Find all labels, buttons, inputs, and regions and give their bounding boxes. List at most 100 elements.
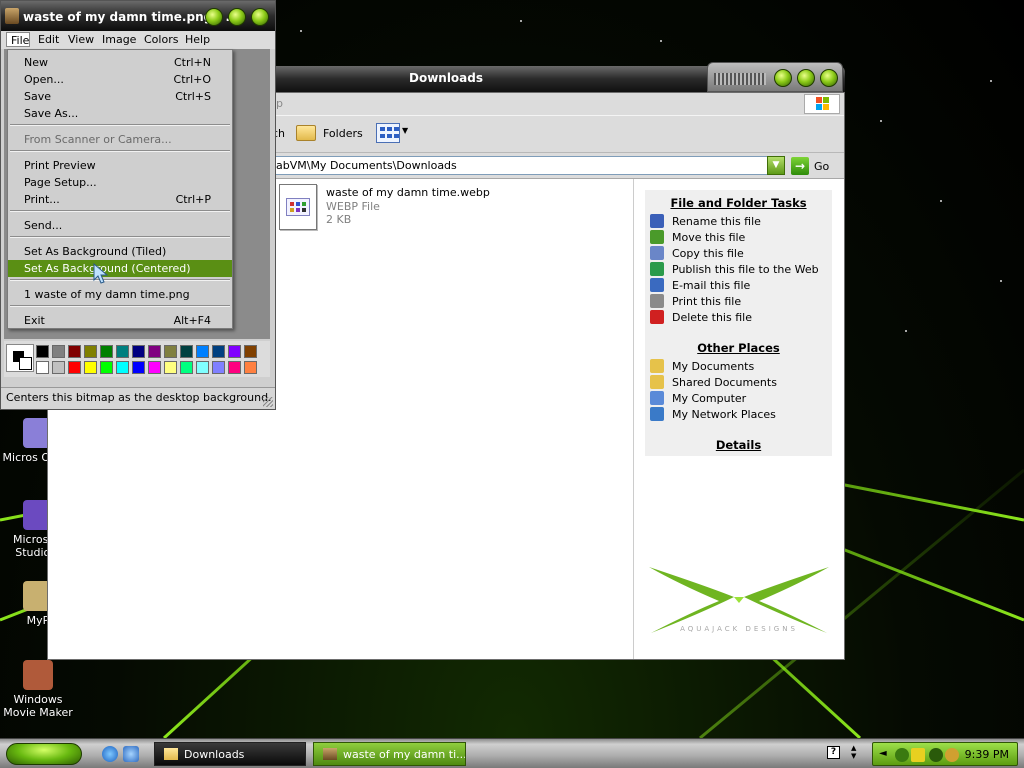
go-arrow-icon[interactable]: → [791, 157, 809, 175]
star [1000, 280, 1002, 282]
ie-icon[interactable] [102, 746, 118, 762]
menu-item-label: Set As Background (Tiled) [24, 245, 167, 258]
menu-item[interactable]: Print Preview [8, 157, 232, 174]
menu-item[interactable]: Page Setup... [8, 174, 232, 191]
file-name[interactable]: waste of my damn time.webp [326, 186, 490, 199]
maximize-button[interactable] [797, 69, 815, 87]
menu-item[interactable]: Exit Alt+F4 [8, 312, 232, 329]
palette-swatch[interactable] [244, 345, 257, 358]
palette-swatch[interactable] [180, 345, 193, 358]
menu-item[interactable]: From Scanner or Camera... [8, 131, 232, 148]
address-dropdown-icon[interactable]: ▼ [767, 156, 785, 175]
palette-swatch[interactable] [164, 345, 177, 358]
palette-swatch[interactable] [196, 361, 209, 374]
menu-item[interactable]: 1 waste of my damn time.png [8, 286, 232, 303]
star [520, 20, 522, 22]
current-colors[interactable] [6, 344, 34, 372]
color-palette [4, 341, 270, 377]
palette-swatch[interactable] [132, 361, 145, 374]
minimize-button[interactable] [205, 8, 223, 26]
menu-edit[interactable]: Edit [38, 33, 59, 46]
palette-swatch[interactable] [196, 345, 209, 358]
other-place-label: My Computer [672, 392, 747, 405]
palette-swatch[interactable] [212, 345, 225, 358]
details-header[interactable]: Details [645, 438, 832, 452]
palette-swatch[interactable] [52, 345, 65, 358]
views-icon[interactable] [376, 123, 400, 143]
resize-grip-icon[interactable] [263, 397, 273, 407]
palette-swatch[interactable] [244, 361, 257, 374]
menu-item-label: From Scanner or Camera... [24, 133, 172, 146]
taskbar-button-paint[interactable]: waste of my damn ti... [313, 742, 466, 766]
menu-item[interactable]: Set As Background (Centered) [8, 260, 232, 277]
menu-help[interactable]: Help [185, 33, 210, 46]
search-tray-icon[interactable] [945, 748, 959, 762]
minimize-button[interactable] [774, 69, 792, 87]
palette-swatch[interactable] [180, 361, 193, 374]
task-label: Move this file [672, 231, 746, 244]
task-pane: File and Folder Tasks Rename this file Mo… [633, 179, 844, 659]
taskbar-button-downloads[interactable]: Downloads [154, 742, 306, 766]
menu-file[interactable]: File [6, 32, 30, 47]
palette-swatch[interactable] [68, 361, 81, 374]
palette-swatch[interactable] [100, 361, 113, 374]
menu-item[interactable]: Set As Background (Tiled) [8, 243, 232, 260]
maximize-button[interactable] [228, 8, 246, 26]
menu-item-label: Save As... [24, 107, 79, 120]
menu-item[interactable]: Open... Ctrl+O [8, 71, 232, 88]
palette-swatch[interactable] [164, 361, 177, 374]
menu-item[interactable]: Save Ctrl+S [8, 88, 232, 105]
status-text: Centers this bitmap as the desktop backg… [6, 391, 272, 404]
file-type: WEBP File [326, 200, 380, 213]
network-tray-icon[interactable] [895, 748, 909, 762]
palette-swatch[interactable] [68, 345, 81, 358]
menu-item[interactable]: New Ctrl+N [8, 54, 232, 71]
menu-image[interactable]: Image [102, 33, 136, 46]
menu-item-label: Exit [24, 314, 45, 327]
quicklaunch-icon[interactable] [123, 746, 139, 762]
menu-item[interactable]: Save As... [8, 105, 232, 122]
mouse-cursor-icon [93, 263, 109, 284]
help-icon[interactable]: ? [827, 746, 840, 759]
close-button[interactable] [820, 69, 838, 87]
palette-swatch[interactable] [148, 345, 161, 358]
show-hidden-icons[interactable]: ◄ [879, 748, 887, 759]
start-button[interactable] [6, 743, 82, 765]
menu-item[interactable]: Send... [8, 217, 232, 234]
go-button[interactable]: Go [814, 160, 829, 173]
palette-swatch[interactable] [84, 345, 97, 358]
menu-item-label: Send... [24, 219, 63, 232]
other-places-header[interactable]: Other Places [645, 341, 832, 355]
security-shield-icon[interactable] [911, 748, 925, 762]
address-input[interactable]: abVM\My Documents\Downloads [272, 156, 785, 175]
menu-item[interactable]: Print... Ctrl+P [8, 191, 232, 208]
webp-file-icon[interactable] [279, 184, 317, 230]
palette-swatch[interactable] [212, 361, 225, 374]
palette-swatch[interactable] [116, 361, 129, 374]
paint-app-icon[interactable] [5, 8, 19, 24]
updown-arrows-icon[interactable]: ▲ ▼ [851, 744, 856, 760]
palette-swatch[interactable] [36, 361, 49, 374]
clock[interactable]: 9:39 PM [965, 748, 1009, 761]
palette-swatch[interactable] [132, 345, 145, 358]
file-folder-tasks-header[interactable]: File and Folder Tasks [645, 196, 832, 210]
palette-swatch[interactable] [36, 345, 49, 358]
palette-swatch[interactable] [148, 361, 161, 374]
task-label: Rename this file [672, 215, 761, 228]
menu-item-shortcut: Ctrl+P [175, 193, 211, 206]
paint-title-bar[interactable]: waste of my damn time.png - ... [1, 1, 275, 31]
palette-swatch[interactable] [228, 361, 241, 374]
tray-app-icon[interactable] [929, 748, 943, 762]
menu-colors[interactable]: Colors [144, 33, 178, 46]
menu-view[interactable]: View [68, 33, 94, 46]
palette-swatch[interactable] [100, 345, 113, 358]
palette-swatch[interactable] [84, 361, 97, 374]
desktop-icon-movie-maker[interactable]: Windows Movie Maker [0, 660, 78, 719]
palette-swatch[interactable] [228, 345, 241, 358]
folders-button[interactable]: Folders [323, 127, 363, 140]
computer-icon [650, 391, 664, 405]
views-dropdown-icon[interactable]: ▼ [402, 126, 408, 135]
close-button[interactable] [251, 8, 269, 26]
palette-swatch[interactable] [52, 361, 65, 374]
palette-swatch[interactable] [116, 345, 129, 358]
